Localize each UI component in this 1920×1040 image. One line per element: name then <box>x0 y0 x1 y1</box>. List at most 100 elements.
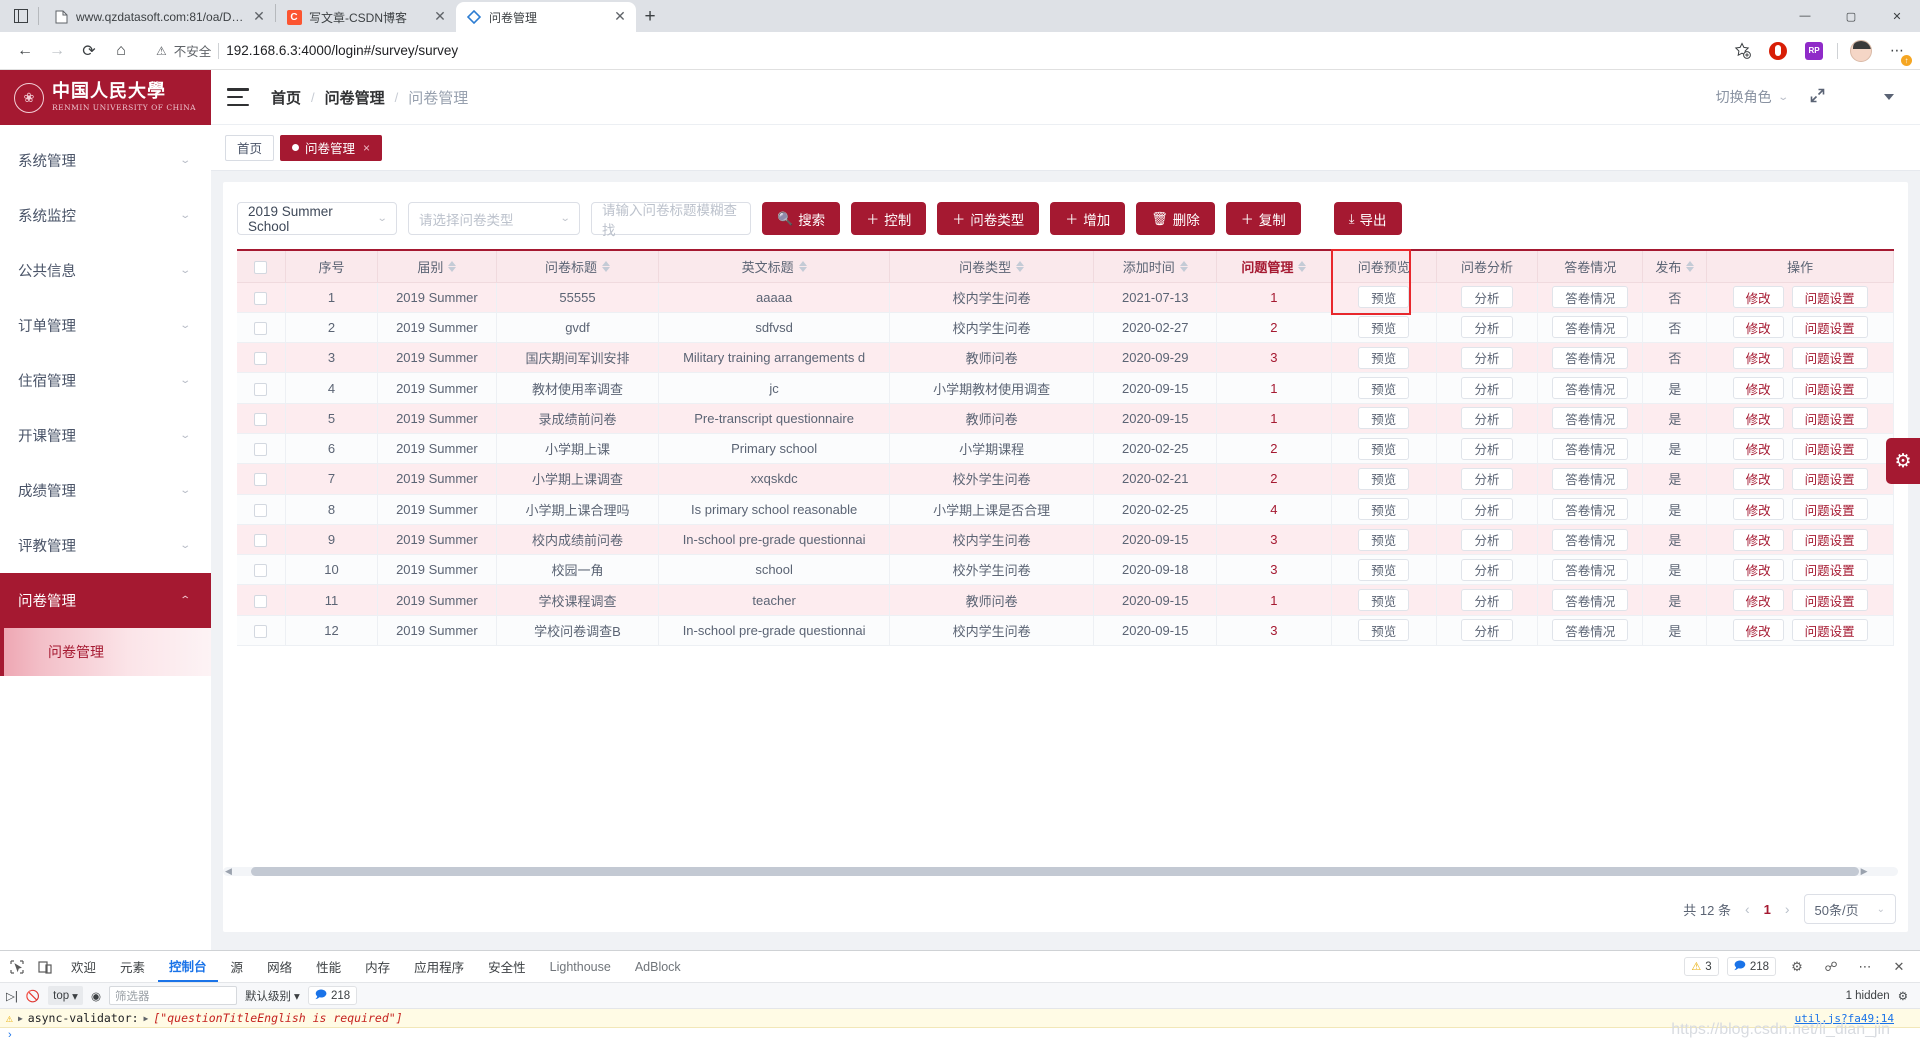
select-all-checkbox[interactable] <box>254 260 268 274</box>
expand-triangle-icon[interactable]: ▶ <box>144 1014 149 1023</box>
column-header-publish[interactable]: 发布 <box>1642 251 1708 283</box>
forward-icon[interactable]: → <box>42 36 72 66</box>
more-menu-icon[interactable]: ⋯ ↑ <box>1884 38 1912 66</box>
question-settings-button[interactable]: 问题设置 <box>1791 619 1868 642</box>
new-tab-button[interactable]: + <box>636 3 664 31</box>
cell-question-count[interactable]: 1 <box>1216 282 1332 313</box>
preview-button[interactable]: 预览 <box>1358 407 1410 430</box>
edit-button[interactable]: 修改 <box>1732 589 1784 612</box>
close-window-button[interactable]: ✕ <box>1874 0 1920 32</box>
sort-icon[interactable] <box>448 260 457 272</box>
answers-button[interactable]: 答卷情况 <box>1552 407 1629 430</box>
edit-button[interactable]: 修改 <box>1732 407 1784 430</box>
export-button[interactable]: ⤓ 导出 <box>1333 202 1402 235</box>
column-header-type[interactable]: 问卷类型 <box>889 251 1095 283</box>
preview-button[interactable]: 预览 <box>1358 528 1410 551</box>
answers-button[interactable]: 答卷情况 <box>1552 377 1629 400</box>
edit-button[interactable]: 修改 <box>1732 467 1784 490</box>
cell-question-count[interactable]: 3 <box>1216 554 1332 586</box>
cell-question-count[interactable]: 2 <box>1216 463 1332 495</box>
current-page[interactable]: 1 <box>1764 902 1771 917</box>
copy-button[interactable]: ＋ 复制 <box>1225 202 1301 235</box>
row-checkbox[interactable] <box>254 624 268 638</box>
devtools-tab-welcome[interactable]: 欢迎 <box>60 952 107 982</box>
cell-question-count[interactable]: 2 <box>1216 433 1332 465</box>
answers-button[interactable]: 答卷情况 <box>1552 437 1629 460</box>
analysis-button[interactable]: 分析 <box>1461 589 1513 612</box>
cell-question-count[interactable]: 1 <box>1216 372 1332 404</box>
keyword-input[interactable]: 请输入问卷标题模糊查找 <box>591 202 751 238</box>
cell-question-count[interactable]: 1 <box>1216 584 1332 616</box>
column-header-en-title[interactable]: 英文标题 <box>658 251 890 283</box>
edit-button[interactable]: 修改 <box>1732 437 1784 460</box>
devtools-tab-lighthouse[interactable]: Lighthouse <box>539 952 622 982</box>
analysis-button[interactable]: 分析 <box>1461 286 1513 309</box>
sidebar-item-teaching-evaluation[interactable]: 评教管理 ⌄ <box>0 518 211 573</box>
preview-button[interactable]: 预览 <box>1358 467 1410 490</box>
rp-extension-icon[interactable]: RP <box>1801 38 1827 64</box>
horizontal-scrollbar[interactable]: ◀ ▶ <box>223 866 1898 877</box>
devtools-tab-security[interactable]: 安全性 <box>477 952 537 982</box>
home-icon[interactable]: ⌂ <box>106 36 136 66</box>
table-row[interactable]: 12 2019 Summer 学校问卷调查B In-school pre-grade … <box>237 615 1894 647</box>
breadcrumb-item-survey[interactable]: 问卷管理 <box>325 87 385 108</box>
question-settings-button[interactable]: 问题设置 <box>1791 437 1868 460</box>
message-count-badge[interactable]: 🗩 218 <box>1726 957 1776 976</box>
scroll-left-icon[interactable]: ◀ <box>223 866 234 877</box>
question-settings-button[interactable]: 问题设置 <box>1791 286 1868 309</box>
opera-vpn-icon[interactable] <box>1765 38 1791 64</box>
sidebar-subitem-survey-management[interactable]: 问卷管理 <box>0 628 211 676</box>
answers-button[interactable]: 答卷情况 <box>1552 316 1629 339</box>
sort-icon[interactable] <box>1298 260 1307 272</box>
row-checkbox[interactable] <box>254 443 268 457</box>
cell-question-count[interactable]: 1 <box>1216 403 1332 434</box>
analysis-button[interactable]: 分析 <box>1461 528 1513 551</box>
devtools-tab-application[interactable]: 应用程序 <box>403 952 475 982</box>
answers-button[interactable]: 答卷情况 <box>1552 467 1629 490</box>
console-level-badge[interactable]: 🗩 218 <box>307 986 358 1005</box>
cell-question-count[interactable]: 4 <box>1216 494 1332 525</box>
row-checkbox[interactable] <box>254 594 268 608</box>
console-filter-input[interactable]: 筛选器 <box>109 986 237 1005</box>
devtools-tab-elements[interactable]: 元素 <box>109 952 156 982</box>
edit-button[interactable]: 修改 <box>1732 528 1784 551</box>
warning-count-badge[interactable]: ⚠ 3 <box>1684 957 1719 976</box>
edit-button[interactable]: 修改 <box>1732 619 1784 642</box>
console-settings-gear-icon[interactable]: ⚙ <box>1898 989 1908 1003</box>
page-size-select[interactable]: 50条/页 ⌄ <box>1803 894 1896 924</box>
console-message-row[interactable]: ⚠ ▶ async-validator: ▶ ["questionTitleEn… <box>0 1009 1920 1028</box>
maximize-button[interactable]: ▢ <box>1828 0 1874 32</box>
devtools-tab-network[interactable]: 网络 <box>256 952 303 982</box>
row-checkbox[interactable] <box>254 564 268 578</box>
answers-button[interactable]: 答卷情况 <box>1552 498 1629 521</box>
edit-button[interactable]: 修改 <box>1732 286 1784 309</box>
question-settings-button[interactable]: 问题设置 <box>1791 407 1868 430</box>
question-settings-button[interactable]: 问题设置 <box>1791 467 1868 490</box>
inspect-element-icon[interactable] <box>4 954 30 980</box>
devtools-settings-gear-icon[interactable]: ⚙ <box>1784 954 1810 980</box>
devtools-more-icon[interactable]: ⋯ <box>1852 954 1878 980</box>
cell-question-count[interactable]: 2 <box>1216 312 1332 344</box>
question-settings-button[interactable]: 问题设置 <box>1791 589 1868 612</box>
search-button[interactable]: 🔍 搜索 <box>762 202 841 235</box>
expand-triangle-icon[interactable]: ▶ <box>18 1014 23 1023</box>
answers-button[interactable]: 答卷情况 <box>1552 286 1629 309</box>
analysis-button[interactable]: 分析 <box>1461 558 1513 581</box>
edit-button[interactable]: 修改 <box>1732 377 1784 400</box>
console-level-select[interactable]: 默认级别 ▾ <box>245 988 300 1004</box>
sidebar-item-course-management[interactable]: 开课管理 ⌄ <box>0 408 211 463</box>
analysis-button[interactable]: 分析 <box>1461 346 1513 369</box>
devtools-tab-adblock[interactable]: AdBlock <box>624 952 692 982</box>
reload-icon[interactable]: ⟳ <box>74 36 104 66</box>
question-settings-button[interactable]: 问题设置 <box>1791 558 1868 581</box>
console-execute-icon[interactable]: ▷| <box>6 989 18 1003</box>
menu-collapse-icon[interactable] <box>227 88 249 106</box>
answers-button[interactable]: 答卷情况 <box>1552 558 1629 581</box>
answers-button[interactable]: 答卷情况 <box>1552 589 1629 612</box>
profile-avatar-icon[interactable] <box>1848 38 1874 64</box>
table-row[interactable]: 1 2019 Summer 55555 aaaaa 校内学生问卷 2021-07-13 1 预… <box>237 282 1894 313</box>
table-row[interactable]: 11 2019 Summer 学校课程调查 teacher 教师问卷 2020-09-15… <box>237 584 1894 616</box>
table-row[interactable]: 7 2019 Summer 小学期上课调查 xxqskdc 校外学生问卷 2020-02-… <box>237 463 1894 495</box>
next-page-button[interactable]: › <box>1785 901 1790 917</box>
console-prompt[interactable]: › <box>0 1028 1920 1040</box>
